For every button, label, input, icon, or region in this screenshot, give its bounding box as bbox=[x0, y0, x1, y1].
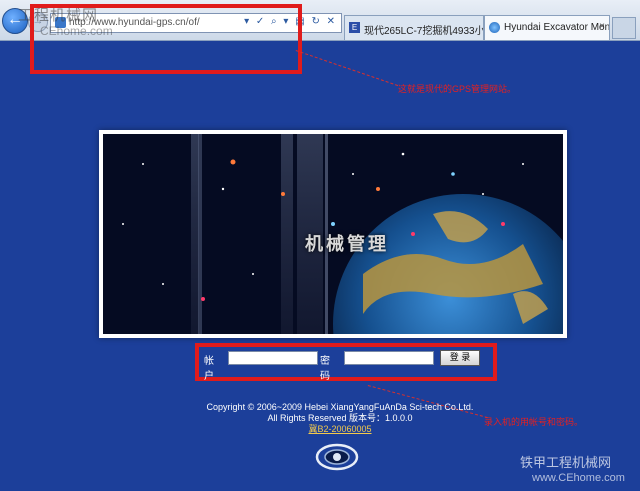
tab-label: 现代265LC-7挖掘机4933小时... bbox=[364, 26, 484, 37]
rights-text: All Rights Reserved 版本号：1.0.0.0 bbox=[267, 413, 413, 423]
banner-title: 机械管理 bbox=[305, 234, 389, 254]
login-button[interactable]: 登 录 bbox=[440, 350, 480, 366]
tab-hyundai-265lc[interactable]: E 现代265LC-7挖掘机4933小时... bbox=[344, 15, 484, 40]
annotation-box-address bbox=[30, 4, 302, 74]
banner-image: 机械管理 bbox=[103, 134, 563, 334]
watermark-bottom-cn: 铁甲工程机械网 bbox=[520, 455, 612, 470]
annotation-line bbox=[295, 50, 399, 87]
password-label: 密码 bbox=[320, 356, 330, 382]
password-input[interactable] bbox=[344, 351, 434, 365]
footer: Copyright © 2006~2009 Hebei XiangYangFuA… bbox=[0, 402, 640, 435]
page-icon: E bbox=[349, 22, 360, 33]
close-tab-icon[interactable]: × bbox=[599, 21, 605, 32]
new-tab-button[interactable] bbox=[612, 17, 636, 39]
company-logo-icon bbox=[315, 443, 359, 471]
annotation-note-site: 这就是现代的GPS管理网站。 bbox=[398, 84, 517, 94]
tab-label: Hyundai Excavator Monit... bbox=[504, 22, 610, 33]
tab-hyundai-monitoring[interactable]: Hyundai Excavator Monit... × bbox=[484, 15, 610, 40]
ie-icon bbox=[489, 22, 500, 33]
icp-link[interactable]: 冀B2-20060005 bbox=[308, 424, 371, 434]
copyright-text: Copyright © 2006~2009 Hebei XiangYangFuA… bbox=[206, 402, 474, 412]
banner-frame: 机械管理 bbox=[99, 130, 567, 338]
username-label: 帐户 bbox=[204, 356, 214, 382]
watermark-bottom-en: www.CEhome.com bbox=[532, 472, 625, 484]
username-input[interactable] bbox=[228, 351, 318, 365]
